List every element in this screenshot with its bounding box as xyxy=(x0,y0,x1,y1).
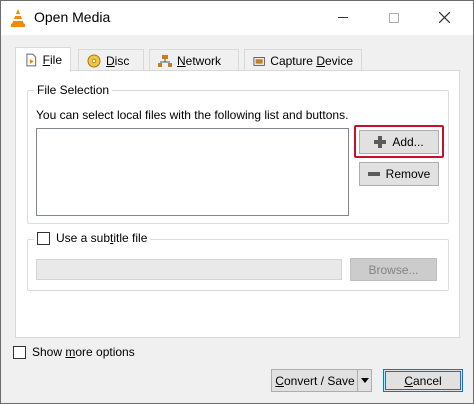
remove-button[interactable]: Remove xyxy=(359,162,439,186)
file-selection-description: You can select local files with the foll… xyxy=(36,108,349,122)
vlc-cone-icon xyxy=(11,9,25,27)
file-tab-panel: File Selection You can select local file… xyxy=(15,70,460,338)
tab-file-label: File xyxy=(42,53,62,67)
minimize-button[interactable] xyxy=(320,1,366,34)
tab-bar: File Disc Network Capture Device xyxy=(15,47,415,72)
capture-device-icon xyxy=(253,56,265,66)
tab-disc-label: Disc xyxy=(106,53,130,68)
tab-network-label: Network xyxy=(177,53,222,68)
subtitle-checkbox-label: Use a subtitle file xyxy=(56,231,148,245)
show-more-options-row[interactable]: Show more options xyxy=(13,345,135,359)
subtitle-path-input xyxy=(36,259,342,280)
maximize-button[interactable] xyxy=(371,1,417,34)
file-icon xyxy=(26,53,37,67)
close-icon xyxy=(438,12,450,23)
plus-icon xyxy=(374,136,387,148)
title-bar: Open Media xyxy=(1,1,473,35)
file-list[interactable] xyxy=(36,128,349,216)
convert-save-dropdown-button[interactable] xyxy=(357,369,372,392)
browse-button-label: Browse... xyxy=(368,262,419,277)
convert-save-button[interactable]: Convert / Save xyxy=(271,369,359,392)
minus-icon xyxy=(367,172,380,176)
file-selection-group: File Selection You can select local file… xyxy=(27,83,449,224)
browse-button: Browse... xyxy=(350,258,437,281)
minimize-icon xyxy=(338,17,348,18)
window-title: Open Media xyxy=(34,9,111,25)
file-selection-legend: File Selection xyxy=(34,83,113,97)
cancel-button-focus-ring: Cancel xyxy=(385,371,461,390)
tab-capture-device[interactable]: Capture Device xyxy=(244,49,362,71)
cancel-button-label: Cancel xyxy=(404,373,442,388)
tab-capture-device-label: Capture Device xyxy=(270,53,353,68)
subtitle-checkbox-row[interactable]: Use a subtitle file xyxy=(34,231,151,245)
tab-network[interactable]: Network xyxy=(149,49,239,71)
tab-file[interactable]: File xyxy=(15,47,71,72)
subtitle-group: Use a subtitle file Browse... xyxy=(27,231,449,291)
network-icon xyxy=(158,54,172,67)
convert-save-label: Convert / Save xyxy=(275,373,355,388)
add-button-label: Add... xyxy=(392,135,424,149)
show-more-options-checkbox[interactable] xyxy=(13,345,26,359)
cancel-button[interactable]: Cancel xyxy=(383,369,463,392)
maximize-icon xyxy=(389,12,399,23)
open-media-dialog: Open Media File Disc Network Capture Dev… xyxy=(0,0,474,404)
add-button[interactable]: Add... xyxy=(359,130,439,154)
show-more-options-label: Show more options xyxy=(32,345,135,359)
disc-icon xyxy=(87,54,101,67)
tab-disc[interactable]: Disc xyxy=(78,49,144,71)
chevron-down-icon xyxy=(360,378,369,383)
remove-button-label: Remove xyxy=(385,167,431,181)
close-button[interactable] xyxy=(421,1,467,34)
subtitle-checkbox[interactable] xyxy=(37,231,50,245)
